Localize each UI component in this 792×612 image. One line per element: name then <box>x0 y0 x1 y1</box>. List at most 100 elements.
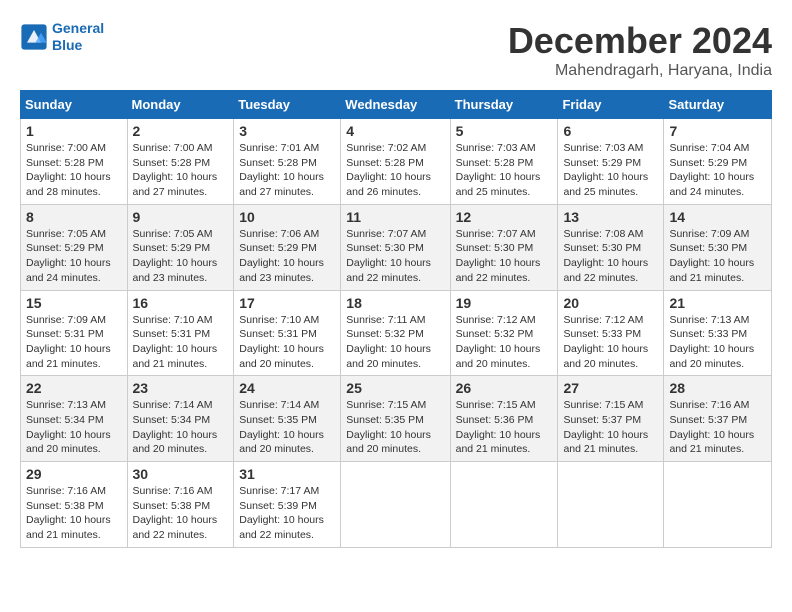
calendar-cell: 22 Sunrise: 7:13 AM Sunset: 5:34 PM Dayl… <box>21 376 128 462</box>
day-number: 7 <box>669 123 766 139</box>
day-info: Sunrise: 7:15 AM Sunset: 5:36 PM Dayligh… <box>456 398 553 457</box>
day-number: 2 <box>133 123 229 139</box>
day-info: Sunrise: 7:12 AM Sunset: 5:32 PM Dayligh… <box>456 313 553 372</box>
calendar-cell: 20 Sunrise: 7:12 AM Sunset: 5:33 PM Dayl… <box>558 290 664 376</box>
day-info: Sunrise: 7:15 AM Sunset: 5:37 PM Dayligh… <box>563 398 658 457</box>
title-area: December 2024 Mahendragarh, Haryana, Ind… <box>508 20 772 80</box>
header-thursday: Thursday <box>450 91 558 119</box>
day-info: Sunrise: 7:03 AM Sunset: 5:29 PM Dayligh… <box>563 141 658 200</box>
calendar-cell: 31 Sunrise: 7:17 AM Sunset: 5:39 PM Dayl… <box>234 462 341 548</box>
logo-text: General Blue <box>52 20 104 54</box>
week-row-2: 8 Sunrise: 7:05 AM Sunset: 5:29 PM Dayli… <box>21 204 772 290</box>
calendar-cell: 30 Sunrise: 7:16 AM Sunset: 5:38 PM Dayl… <box>127 462 234 548</box>
day-number: 21 <box>669 295 766 311</box>
day-number: 9 <box>133 209 229 225</box>
day-number: 12 <box>456 209 553 225</box>
calendar-cell <box>341 462 450 548</box>
day-info: Sunrise: 7:10 AM Sunset: 5:31 PM Dayligh… <box>239 313 335 372</box>
day-info: Sunrise: 7:11 AM Sunset: 5:32 PM Dayligh… <box>346 313 444 372</box>
logo-line1: General <box>52 20 104 36</box>
calendar-cell <box>450 462 558 548</box>
location-title: Mahendragarh, Haryana, India <box>508 62 772 80</box>
calendar-cell <box>664 462 772 548</box>
calendar-cell: 5 Sunrise: 7:03 AM Sunset: 5:28 PM Dayli… <box>450 119 558 205</box>
day-number: 1 <box>26 123 122 139</box>
calendar-table: SundayMondayTuesdayWednesdayThursdayFrid… <box>20 90 772 548</box>
calendar-cell: 28 Sunrise: 7:16 AM Sunset: 5:37 PM Dayl… <box>664 376 772 462</box>
day-info: Sunrise: 7:02 AM Sunset: 5:28 PM Dayligh… <box>346 141 444 200</box>
day-info: Sunrise: 7:00 AM Sunset: 5:28 PM Dayligh… <box>133 141 229 200</box>
day-number: 24 <box>239 380 335 396</box>
header-monday: Monday <box>127 91 234 119</box>
calendar-cell: 26 Sunrise: 7:15 AM Sunset: 5:36 PM Dayl… <box>450 376 558 462</box>
day-info: Sunrise: 7:08 AM Sunset: 5:30 PM Dayligh… <box>563 227 658 286</box>
calendar-cell: 2 Sunrise: 7:00 AM Sunset: 5:28 PM Dayli… <box>127 119 234 205</box>
calendar-cell: 23 Sunrise: 7:14 AM Sunset: 5:34 PM Dayl… <box>127 376 234 462</box>
day-info: Sunrise: 7:05 AM Sunset: 5:29 PM Dayligh… <box>133 227 229 286</box>
header-friday: Friday <box>558 91 664 119</box>
calendar-cell: 10 Sunrise: 7:06 AM Sunset: 5:29 PM Dayl… <box>234 204 341 290</box>
calendar-cell: 24 Sunrise: 7:14 AM Sunset: 5:35 PM Dayl… <box>234 376 341 462</box>
week-row-3: 15 Sunrise: 7:09 AM Sunset: 5:31 PM Dayl… <box>21 290 772 376</box>
logo-icon <box>20 23 48 51</box>
day-number: 28 <box>669 380 766 396</box>
day-number: 20 <box>563 295 658 311</box>
day-number: 18 <box>346 295 444 311</box>
day-number: 11 <box>346 209 444 225</box>
day-number: 14 <box>669 209 766 225</box>
calendar-cell: 12 Sunrise: 7:07 AM Sunset: 5:30 PM Dayl… <box>450 204 558 290</box>
day-info: Sunrise: 7:06 AM Sunset: 5:29 PM Dayligh… <box>239 227 335 286</box>
calendar-cell: 11 Sunrise: 7:07 AM Sunset: 5:30 PM Dayl… <box>341 204 450 290</box>
day-number: 13 <box>563 209 658 225</box>
header-tuesday: Tuesday <box>234 91 341 119</box>
weekday-header-row: SundayMondayTuesdayWednesdayThursdayFrid… <box>21 91 772 119</box>
logo-line2: Blue <box>52 37 82 53</box>
calendar-cell: 25 Sunrise: 7:15 AM Sunset: 5:35 PM Dayl… <box>341 376 450 462</box>
day-info: Sunrise: 7:04 AM Sunset: 5:29 PM Dayligh… <box>669 141 766 200</box>
calendar-cell: 17 Sunrise: 7:10 AM Sunset: 5:31 PM Dayl… <box>234 290 341 376</box>
header: General Blue December 2024 Mahendragarh,… <box>20 20 772 80</box>
header-sunday: Sunday <box>21 91 128 119</box>
day-info: Sunrise: 7:15 AM Sunset: 5:35 PM Dayligh… <box>346 398 444 457</box>
day-number: 29 <box>26 466 122 482</box>
day-number: 15 <box>26 295 122 311</box>
day-number: 5 <box>456 123 553 139</box>
calendar-cell: 13 Sunrise: 7:08 AM Sunset: 5:30 PM Dayl… <box>558 204 664 290</box>
day-info: Sunrise: 7:13 AM Sunset: 5:34 PM Dayligh… <box>26 398 122 457</box>
day-info: Sunrise: 7:05 AM Sunset: 5:29 PM Dayligh… <box>26 227 122 286</box>
calendar-cell: 4 Sunrise: 7:02 AM Sunset: 5:28 PM Dayli… <box>341 119 450 205</box>
day-number: 26 <box>456 380 553 396</box>
day-number: 17 <box>239 295 335 311</box>
calendar-cell: 16 Sunrise: 7:10 AM Sunset: 5:31 PM Dayl… <box>127 290 234 376</box>
day-number: 23 <box>133 380 229 396</box>
calendar-cell: 8 Sunrise: 7:05 AM Sunset: 5:29 PM Dayli… <box>21 204 128 290</box>
calendar-cell <box>558 462 664 548</box>
week-row-1: 1 Sunrise: 7:00 AM Sunset: 5:28 PM Dayli… <box>21 119 772 205</box>
day-number: 8 <box>26 209 122 225</box>
day-info: Sunrise: 7:14 AM Sunset: 5:35 PM Dayligh… <box>239 398 335 457</box>
day-number: 4 <box>346 123 444 139</box>
calendar-cell: 29 Sunrise: 7:16 AM Sunset: 5:38 PM Dayl… <box>21 462 128 548</box>
week-row-4: 22 Sunrise: 7:13 AM Sunset: 5:34 PM Dayl… <box>21 376 772 462</box>
day-number: 6 <box>563 123 658 139</box>
calendar-cell: 9 Sunrise: 7:05 AM Sunset: 5:29 PM Dayli… <box>127 204 234 290</box>
day-info: Sunrise: 7:09 AM Sunset: 5:31 PM Dayligh… <box>26 313 122 372</box>
day-info: Sunrise: 7:12 AM Sunset: 5:33 PM Dayligh… <box>563 313 658 372</box>
day-info: Sunrise: 7:07 AM Sunset: 5:30 PM Dayligh… <box>346 227 444 286</box>
day-info: Sunrise: 7:16 AM Sunset: 5:37 PM Dayligh… <box>669 398 766 457</box>
day-number: 25 <box>346 380 444 396</box>
day-info: Sunrise: 7:00 AM Sunset: 5:28 PM Dayligh… <box>26 141 122 200</box>
day-number: 27 <box>563 380 658 396</box>
day-info: Sunrise: 7:03 AM Sunset: 5:28 PM Dayligh… <box>456 141 553 200</box>
day-number: 31 <box>239 466 335 482</box>
day-info: Sunrise: 7:16 AM Sunset: 5:38 PM Dayligh… <box>133 484 229 543</box>
calendar-cell: 15 Sunrise: 7:09 AM Sunset: 5:31 PM Dayl… <box>21 290 128 376</box>
month-title: December 2024 <box>508 20 772 62</box>
day-number: 30 <box>133 466 229 482</box>
day-info: Sunrise: 7:09 AM Sunset: 5:30 PM Dayligh… <box>669 227 766 286</box>
day-number: 16 <box>133 295 229 311</box>
calendar-cell: 7 Sunrise: 7:04 AM Sunset: 5:29 PM Dayli… <box>664 119 772 205</box>
day-info: Sunrise: 7:01 AM Sunset: 5:28 PM Dayligh… <box>239 141 335 200</box>
calendar-cell: 19 Sunrise: 7:12 AM Sunset: 5:32 PM Dayl… <box>450 290 558 376</box>
header-wednesday: Wednesday <box>341 91 450 119</box>
